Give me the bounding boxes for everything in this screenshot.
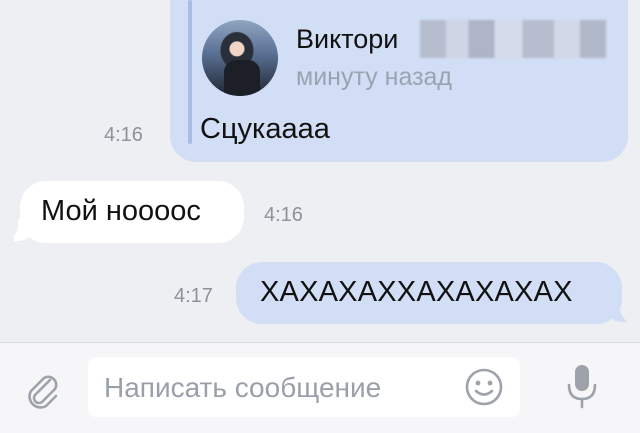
microphone-icon[interactable]	[562, 361, 602, 411]
message-time: 4:16	[104, 124, 143, 146]
outgoing-message-text: ХАХАХАХХАХАХАХАХ	[260, 276, 573, 308]
forwarded-sender-name[interactable]: Виктори	[296, 24, 398, 55]
avatar-figure	[224, 60, 260, 96]
redacted-name-blur	[420, 20, 606, 58]
smiley-icon[interactable]	[464, 367, 504, 407]
message-time: 4:16	[264, 204, 303, 226]
incoming-message-text: Мой нооооc	[41, 195, 201, 227]
message-input[interactable]: Написать сообщение	[88, 357, 520, 417]
microphone-icon-svg	[567, 365, 597, 409]
composer-bar: Написать сообщение	[0, 342, 640, 433]
paperclip-icon[interactable]	[20, 367, 64, 411]
forwarded-timestamp: минуту назад	[296, 63, 453, 91]
message-input-placeholder: Написать сообщение	[104, 372, 382, 403]
message-time: 4:17	[174, 285, 213, 307]
smiley-icon-svg	[465, 368, 503, 406]
sender-avatar[interactable]	[202, 20, 278, 96]
forward-quote-bar	[188, 0, 192, 144]
message-list[interactable]: Виктори минуту назад Сцукаааа 4:16 Мой н…	[0, 0, 640, 342]
paperclip-icon-svg	[28, 375, 58, 409]
forwarded-message-text: Сцукаааа	[200, 113, 330, 145]
